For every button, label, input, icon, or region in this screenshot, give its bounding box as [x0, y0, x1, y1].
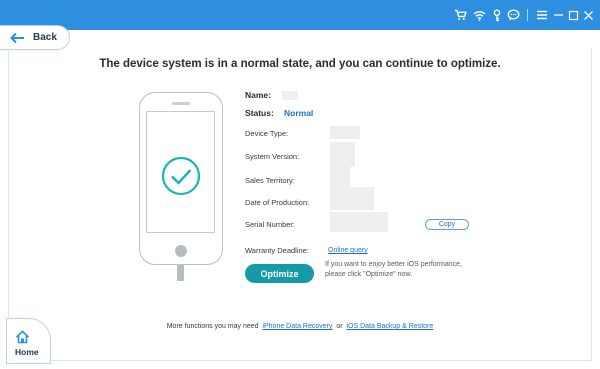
date-of-production-redacted — [330, 187, 374, 210]
status-label: Status: — [245, 108, 274, 118]
back-label: Back — [33, 32, 57, 43]
sales-territory-label: Sales Territory: — [245, 176, 295, 185]
cart-icon[interactable] — [452, 7, 468, 23]
close-icon[interactable] — [580, 7, 596, 23]
optimize-button[interactable]: Optimize — [245, 264, 314, 283]
system-version-label: System Version: — [245, 152, 300, 161]
online-query-link[interactable]: Online query — [328, 247, 368, 254]
iphone-data-recovery-link[interactable]: iPhone Data Recovery — [262, 323, 332, 330]
date-of-production-label: Date of Production: — [245, 198, 310, 207]
system-version-redacted — [330, 142, 355, 167]
name-value-redacted — [282, 91, 298, 100]
phone-speaker — [172, 102, 190, 105]
title-bar — [0, 0, 600, 30]
back-arrow-icon — [10, 32, 24, 43]
copy-button[interactable]: Copy — [425, 219, 469, 230]
home-button[interactable]: Home — [6, 318, 51, 364]
back-button[interactable]: Back — [0, 25, 70, 50]
titlebar-separator — [527, 9, 528, 21]
phone-home-button — [175, 245, 187, 257]
serial-number-redacted — [330, 212, 388, 232]
footer-prefix: More functions you may need — [166, 323, 259, 330]
minimize-icon[interactable] — [550, 7, 566, 23]
check-circle-icon — [161, 156, 201, 196]
key-icon[interactable] — [489, 7, 505, 23]
footer-or: or — [336, 323, 343, 330]
wifi-icon[interactable] — [471, 7, 487, 23]
name-label: Name: — [245, 90, 271, 100]
home-label: Home — [15, 347, 39, 357]
ios-data-backup-restore-link[interactable]: iOS Data Backup & Restore — [347, 323, 434, 330]
device-type-redacted — [330, 126, 360, 139]
optimize-hint: If you want to enjoy better iOS performa… — [325, 261, 462, 278]
phone-cable — [177, 265, 184, 281]
footer-more-functions: More functions you may need iPhone Data … — [0, 323, 600, 330]
chat-icon[interactable] — [505, 7, 521, 23]
device-type-label: Device Type: — [245, 129, 289, 138]
menu-icon[interactable] — [534, 7, 550, 23]
status-value: Normal — [284, 108, 314, 118]
status-headline: The device system is in a normal state, … — [99, 58, 501, 70]
home-icon — [15, 330, 30, 344]
serial-number-label: Serial Number: — [245, 220, 296, 229]
sales-territory-redacted — [330, 167, 350, 187]
maximize-icon[interactable] — [565, 7, 581, 23]
warranty-deadline-label: Warranty Deadline: — [245, 246, 309, 255]
